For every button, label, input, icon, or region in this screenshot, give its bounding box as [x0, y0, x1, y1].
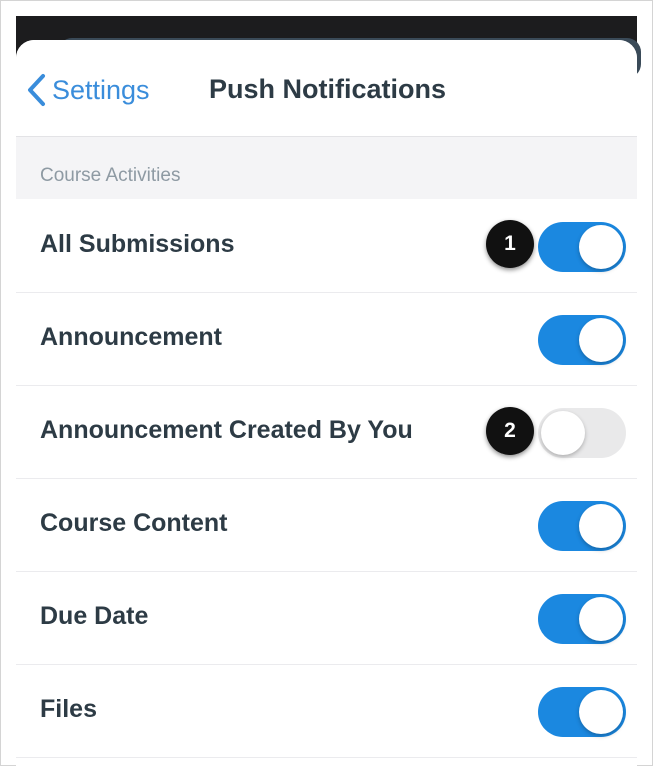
list-item-due-date: Due Date: [16, 572, 637, 665]
callout-badge-1: 1: [486, 220, 534, 268]
toggle-knob: [579, 504, 623, 548]
row-label: Announcement: [40, 323, 222, 351]
row-label: Course Content: [40, 509, 228, 537]
section-header: Course Activities: [16, 137, 637, 199]
list-item-announcement: Announcement: [16, 293, 637, 386]
row-label: Files: [40, 695, 97, 723]
all-submissions-toggle[interactable]: [538, 222, 626, 272]
push-notifications-sheet: Settings Push Notifications Course Activ…: [16, 40, 637, 766]
list-item-all-submissions: All Submissions: [16, 200, 637, 293]
toggle-knob: [579, 597, 623, 641]
section-header-label: Course Activities: [40, 165, 181, 186]
files-toggle[interactable]: [538, 687, 626, 737]
course-content-toggle[interactable]: [538, 501, 626, 551]
announcement-toggle[interactable]: [538, 315, 626, 365]
toggle-knob: [579, 225, 623, 269]
due-date-toggle[interactable]: [538, 594, 626, 644]
list-item-files: Files: [16, 665, 637, 758]
row-label: Due Date: [40, 602, 149, 630]
row-label: All Submissions: [40, 230, 235, 258]
list-item-course-content: Course Content: [16, 479, 637, 572]
navigation-bar: Settings Push Notifications: [16, 40, 637, 137]
back-button-label: Settings: [52, 74, 150, 105]
list-item-announcement-created-by-you: Announcement Created By You: [16, 386, 637, 479]
toggle-knob: [579, 690, 623, 734]
back-button[interactable]: Settings: [26, 70, 150, 110]
row-label: Announcement Created By You: [40, 416, 413, 444]
announcement-created-by-you-toggle[interactable]: [538, 408, 626, 458]
toggle-knob: [579, 318, 623, 362]
page-title: Push Notifications: [209, 74, 447, 104]
callout-badge-2: 2: [486, 407, 534, 455]
chevron-left-icon: [26, 73, 46, 107]
toggle-knob: [541, 411, 585, 455]
